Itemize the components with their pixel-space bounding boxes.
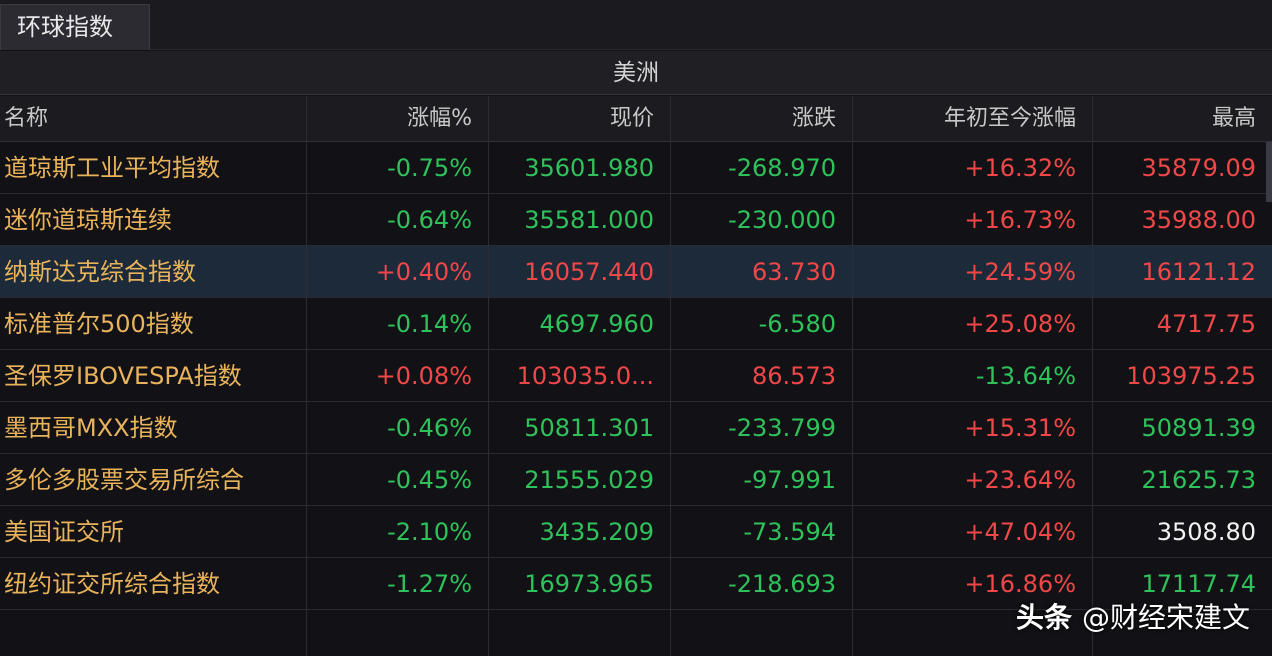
change-cell: -230.000	[728, 206, 836, 234]
change-cell: -73.594	[743, 518, 836, 546]
column-header-change[interactable]: 涨跌	[670, 96, 852, 141]
high-cell: 4717.75	[1156, 310, 1256, 338]
column-divider	[488, 96, 489, 656]
index-name: 美国证交所	[4, 518, 124, 546]
table-row[interactable]: 标准普尔500指数 -0.14% 4697.960 -6.580 +25.08%…	[0, 298, 1272, 350]
index-name: 纽约证交所综合指数	[4, 570, 220, 598]
region-header-americas: 美洲	[0, 51, 1272, 95]
tab-global-indices[interactable]: 环球指数	[0, 4, 150, 50]
column-header-name[interactable]: 名称	[0, 96, 306, 141]
ytd-cell: +23.64%	[964, 466, 1076, 494]
ytd-cell: -13.64%	[975, 362, 1076, 390]
change-pct-cell: -0.14%	[387, 310, 472, 338]
change-cell: -268.970	[728, 154, 836, 182]
index-name: 标准普尔500指数	[4, 310, 194, 338]
change-pct-cell: -0.75%	[387, 154, 472, 182]
vertical-scrollbar[interactable]	[1266, 142, 1272, 202]
change-pct-cell: -0.45%	[387, 466, 472, 494]
price-cell: 35581.000	[524, 206, 654, 234]
table-row[interactable]: 迷你道琼斯连续 -0.64% 35581.000 -230.000 +16.73…	[0, 194, 1272, 246]
tab-bar: 环球指数	[0, 0, 1272, 50]
table-row[interactable]: 美国证交所 -2.10% 3435.209 -73.594 +47.04% 35…	[0, 506, 1272, 558]
index-table-body: 道琼斯工业平均指数 -0.75% 35601.980 -268.970 +16.…	[0, 142, 1272, 610]
ytd-cell: +16.32%	[964, 154, 1076, 182]
index-name: 多伦多股票交易所综合	[4, 466, 244, 494]
watermark: 头条 @财经宋建文	[1016, 596, 1250, 636]
column-header-price[interactable]: 现价	[488, 96, 670, 141]
ytd-cell: +24.59%	[964, 258, 1076, 286]
ytd-cell: +25.08%	[964, 310, 1076, 338]
column-divider	[306, 96, 307, 656]
high-cell: 50891.39	[1141, 414, 1256, 442]
change-pct-cell: -0.64%	[387, 206, 472, 234]
change-pct-cell: -1.27%	[387, 570, 472, 598]
table-row[interactable]: 圣保罗IBOVESPA指数 +0.08% 103035.0... 86.573 …	[0, 350, 1272, 402]
price-cell: 16057.440	[524, 258, 654, 286]
index-name: 圣保罗IBOVESPA指数	[4, 362, 242, 390]
index-name: 墨西哥MXX指数	[4, 414, 178, 442]
change-pct-cell: -2.10%	[387, 518, 472, 546]
index-name: 迷你道琼斯连续	[4, 206, 172, 234]
change-cell: -218.693	[728, 570, 836, 598]
high-cell: 16121.12	[1141, 258, 1256, 286]
change-cell: 63.730	[752, 258, 836, 286]
change-cell: -6.580	[758, 310, 836, 338]
price-cell: 16973.965	[524, 570, 654, 598]
table-row[interactable]: 道琼斯工业平均指数 -0.75% 35601.980 -268.970 +16.…	[0, 142, 1272, 194]
change-pct-cell: -0.46%	[387, 414, 472, 442]
column-divider	[852, 96, 853, 656]
table-header: 名称 涨幅% 现价 涨跌 年初至今涨幅 最高	[0, 96, 1272, 142]
change-cell: 86.573	[752, 362, 836, 390]
price-cell: 103035.0...	[516, 362, 654, 390]
price-cell: 4697.960	[539, 310, 654, 338]
table-row[interactable]: 多伦多股票交易所综合 -0.45% 21555.029 -97.991 +23.…	[0, 454, 1272, 506]
ytd-cell: +15.31%	[964, 414, 1076, 442]
price-cell: 50811.301	[524, 414, 654, 442]
high-cell: 21625.73	[1141, 466, 1256, 494]
price-cell: 35601.980	[524, 154, 654, 182]
column-divider	[670, 96, 671, 656]
high-cell: 3508.80	[1156, 518, 1256, 546]
column-header-change-pct[interactable]: 涨幅%	[306, 96, 488, 141]
change-pct-cell: +0.40%	[375, 258, 472, 286]
table-row-selected[interactable]: 纳斯达克综合指数 +0.40% 16057.440 63.730 +24.59%…	[0, 246, 1272, 298]
high-cell: 103975.25	[1126, 362, 1256, 390]
price-cell: 21555.029	[524, 466, 654, 494]
high-cell: 35988.00	[1141, 206, 1256, 234]
ytd-cell: +47.04%	[964, 518, 1076, 546]
change-pct-cell: +0.08%	[375, 362, 472, 390]
index-name: 纳斯达克综合指数	[4, 258, 196, 286]
high-cell: 35879.09	[1141, 154, 1256, 182]
column-header-ytd[interactable]: 年初至今涨幅	[852, 96, 1092, 141]
change-cell: -233.799	[728, 414, 836, 442]
column-divider	[1092, 96, 1093, 656]
ytd-cell: +16.73%	[964, 206, 1076, 234]
watermark-brand: 头条	[1015, 601, 1072, 634]
watermark-handle: @财经宋建文	[1081, 601, 1250, 634]
index-name: 道琼斯工业平均指数	[4, 154, 220, 182]
table-row[interactable]: 墨西哥MXX指数 -0.46% 50811.301 -233.799 +15.3…	[0, 402, 1272, 454]
price-cell: 3435.209	[539, 518, 654, 546]
column-header-high[interactable]: 最高	[1092, 96, 1272, 141]
change-cell: -97.991	[743, 466, 836, 494]
